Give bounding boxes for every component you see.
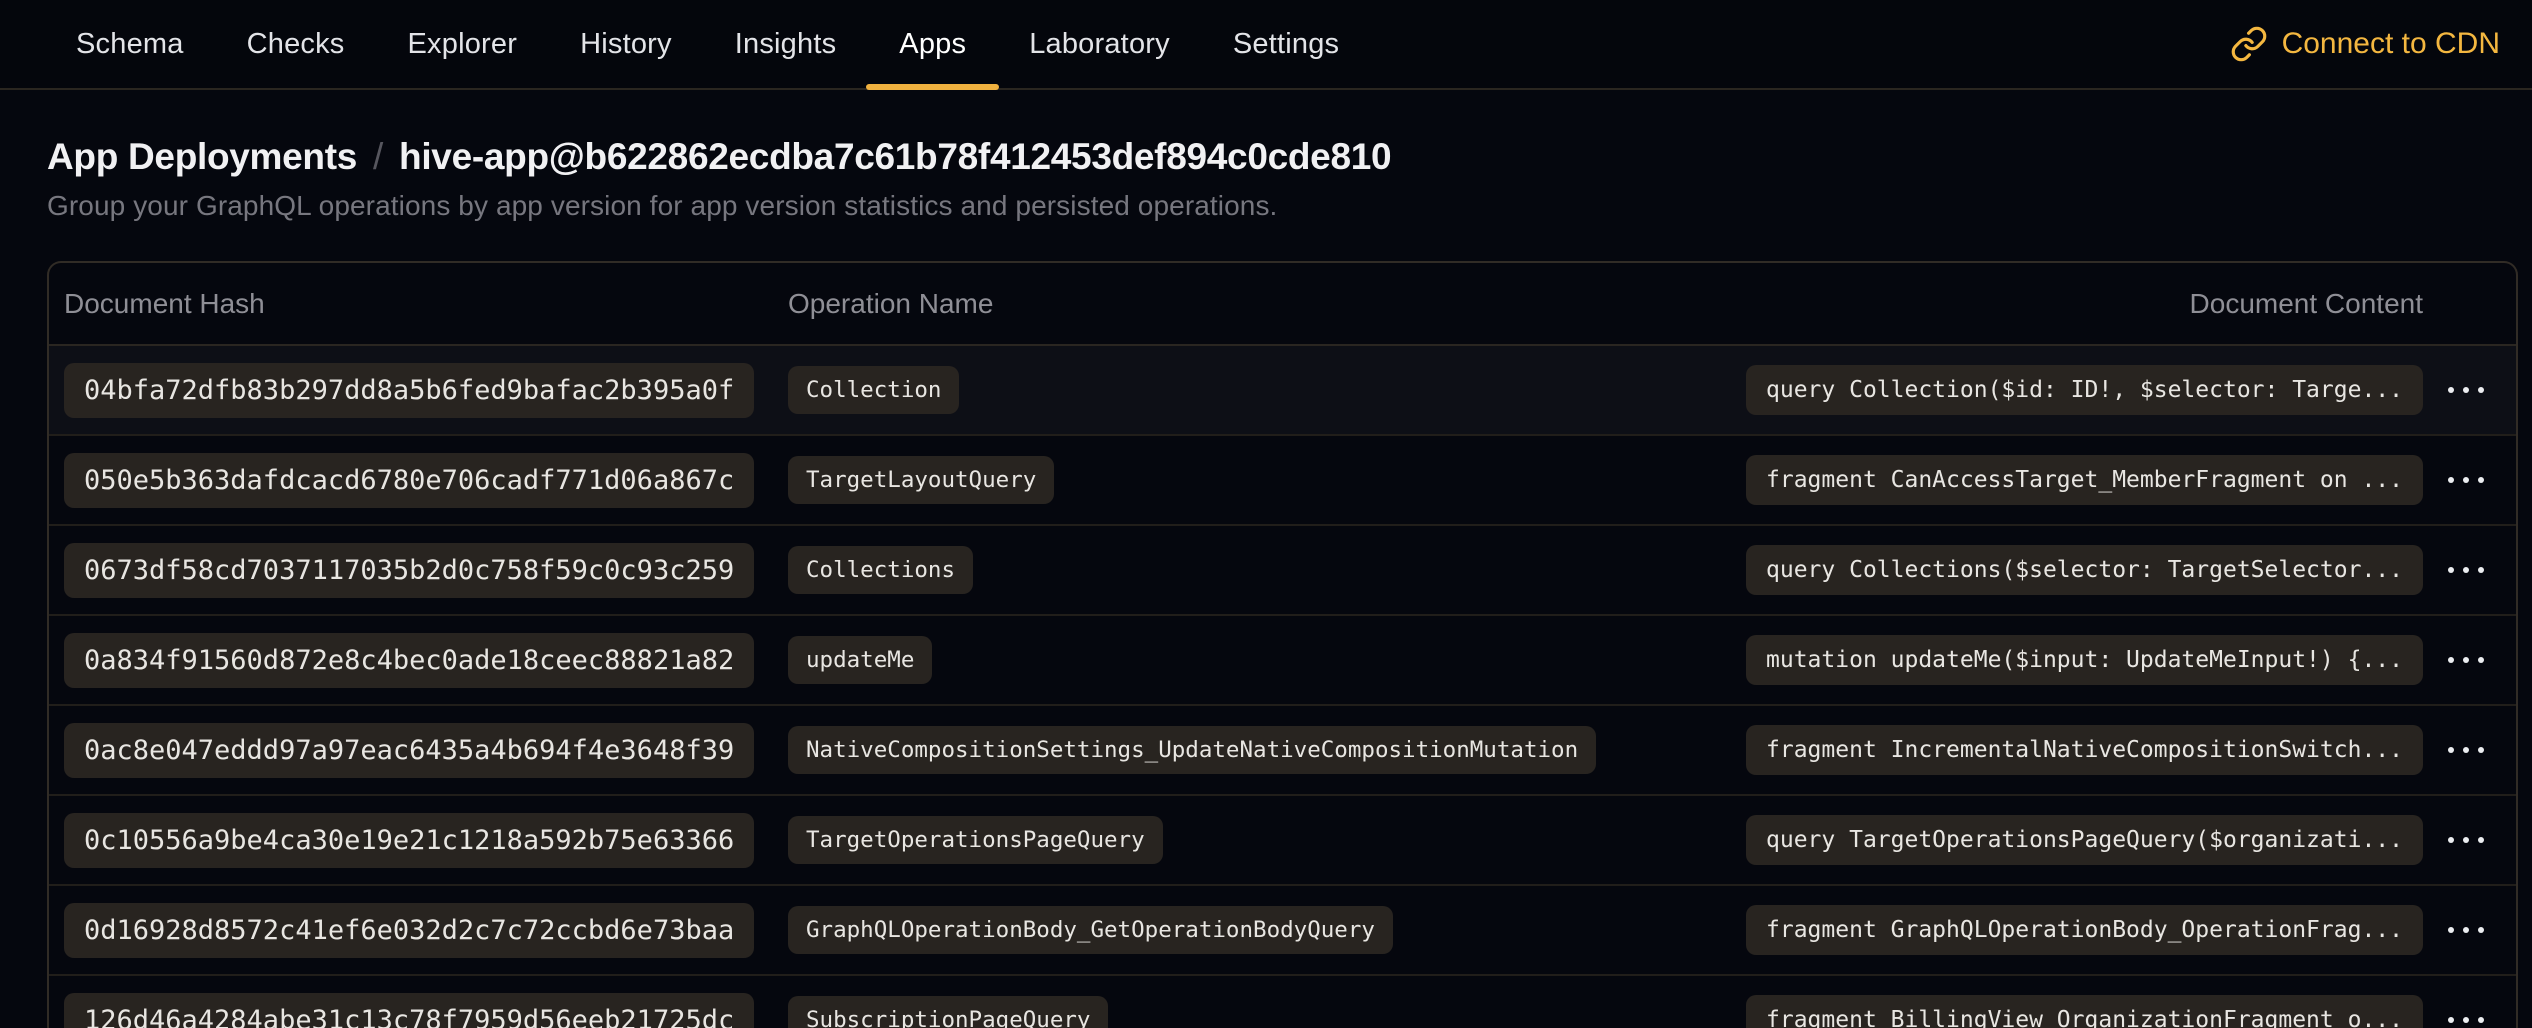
- document-hash-chip[interactable]: 126d46a4284abe31c13c78f7959d56eeb21725dc: [64, 993, 754, 1028]
- table-row: 04bfa72dfb83b297dd8a5b6fed9bafac2b395a0f…: [49, 346, 2516, 436]
- row-actions-menu-button[interactable]: [2438, 373, 2494, 407]
- ellipsis-icon: [2448, 477, 2454, 483]
- row-actions-menu-button[interactable]: [2438, 913, 2494, 947]
- document-hash-chip[interactable]: 0c10556a9be4ca30e19e21c1218a592b75e63366: [64, 813, 754, 868]
- nav-tabs: Schema Checks Explorer History Insights …: [76, 0, 1339, 88]
- table-row: 0ac8e047eddd97a97eac6435a4b694f4e3648f39…: [49, 706, 2516, 796]
- ellipsis-icon: [2448, 837, 2454, 843]
- table-body: 04bfa72dfb83b297dd8a5b6fed9bafac2b395a0f…: [49, 346, 2516, 1028]
- column-header-operation-name: Operation Name: [788, 288, 1739, 320]
- tab-apps[interactable]: Apps: [899, 0, 966, 88]
- table-row: 0673df58cd7037117035b2d0c758f59c0c93c259…: [49, 526, 2516, 616]
- row-actions-menu-button[interactable]: [2438, 553, 2494, 587]
- table-row: 0d16928d8572c41ef6e032d2c7c72ccbd6e73baa…: [49, 886, 2516, 976]
- connect-to-cdn-label: Connect to CDN: [2282, 27, 2500, 61]
- operation-name-chip: NativeCompositionSettings_UpdateNativeCo…: [788, 726, 1596, 774]
- document-hash-chip[interactable]: 0673df58cd7037117035b2d0c758f59c0c93c259: [64, 543, 754, 598]
- table-row: 0a834f91560d872e8c4bec0ade18ceec88821a82…: [49, 616, 2516, 706]
- ellipsis-icon: [2448, 927, 2454, 933]
- document-hash-chip[interactable]: 0ac8e047eddd97a97eac6435a4b694f4e3648f39: [64, 723, 754, 778]
- operation-name-chip: TargetOperationsPageQuery: [788, 816, 1163, 864]
- table-row: 050e5b363dafdcacd6780e706cadf771d06a867c…: [49, 436, 2516, 526]
- ellipsis-icon: [2448, 747, 2454, 753]
- document-hash-chip[interactable]: 050e5b363dafdcacd6780e706cadf771d06a867c: [64, 453, 754, 508]
- tab-checks[interactable]: Checks: [247, 0, 345, 88]
- operation-name-chip: GraphQLOperationBody_GetOperationBodyQue…: [788, 906, 1393, 954]
- breadcrumb: App Deployments / hive-app@b622862ecdba7…: [47, 136, 2518, 178]
- documents-table: Document Hash Operation Name Document Co…: [47, 261, 2518, 1028]
- tab-laboratory[interactable]: Laboratory: [1029, 0, 1170, 88]
- breadcrumb-separator: /: [373, 136, 383, 178]
- row-actions-menu-button[interactable]: [2438, 643, 2494, 677]
- ellipsis-icon: [2448, 657, 2454, 663]
- column-header-document-hash: Document Hash: [64, 288, 788, 320]
- breadcrumb-app-deployments[interactable]: App Deployments: [47, 136, 357, 178]
- document-hash-chip[interactable]: 0d16928d8572c41ef6e032d2c7c72ccbd6e73baa: [64, 903, 754, 958]
- document-content-chip[interactable]: query Collection($id: ID!, $selector: Ta…: [1746, 365, 2423, 415]
- table-row: 126d46a4284abe31c13c78f7959d56eeb21725dc…: [49, 976, 2516, 1028]
- document-content-chip[interactable]: query Collections($selector: TargetSelec…: [1746, 545, 2423, 595]
- column-header-document-content: Document Content: [1739, 288, 2423, 320]
- ellipsis-icon: [2448, 1017, 2454, 1023]
- row-actions-menu-button[interactable]: [2438, 1003, 2494, 1028]
- tab-schema[interactable]: Schema: [76, 0, 184, 88]
- page-subtitle: Group your GraphQL operations by app ver…: [47, 190, 2518, 222]
- app-deployments-page: App Deployments / hive-app@b622862ecdba7…: [0, 136, 2532, 1028]
- operation-name-chip: Collection: [788, 366, 959, 414]
- operation-name-chip: Collections: [788, 546, 973, 594]
- row-actions-menu-button[interactable]: [2438, 823, 2494, 857]
- document-hash-chip[interactable]: 0a834f91560d872e8c4bec0ade18ceec88821a82: [64, 633, 754, 688]
- tab-settings[interactable]: Settings: [1233, 0, 1339, 88]
- operation-name-chip: SubscriptionPageQuery: [788, 996, 1108, 1028]
- document-content-chip[interactable]: fragment CanAccessTarget_MemberFragment …: [1746, 455, 2423, 505]
- row-actions-menu-button[interactable]: [2438, 733, 2494, 767]
- document-hash-chip[interactable]: 04bfa72dfb83b297dd8a5b6fed9bafac2b395a0f: [64, 363, 754, 418]
- operation-name-chip: TargetLayoutQuery: [788, 456, 1054, 504]
- table-row: 0c10556a9be4ca30e19e21c1218a592b75e63366…: [49, 796, 2516, 886]
- operation-name-chip: updateMe: [788, 636, 932, 684]
- table-header-row: Document Hash Operation Name Document Co…: [49, 263, 2516, 346]
- document-content-chip[interactable]: fragment IncrementalNativeCompositionSwi…: [1746, 725, 2423, 775]
- tab-insights[interactable]: Insights: [735, 0, 837, 88]
- document-content-chip[interactable]: fragment GraphQLOperationBody_OperationF…: [1746, 905, 2423, 955]
- link-icon: [2230, 25, 2268, 63]
- document-content-chip[interactable]: query TargetOperationsPageQuery($organiz…: [1746, 815, 2423, 865]
- ellipsis-icon: [2448, 387, 2454, 393]
- tab-explorer[interactable]: Explorer: [408, 0, 518, 88]
- document-content-chip[interactable]: mutation updateMe($input: UpdateMeInput!…: [1746, 635, 2423, 685]
- ellipsis-icon: [2448, 567, 2454, 573]
- breadcrumb-deployment-name: hive-app@b622862ecdba7c61b78f412453def89…: [399, 136, 1391, 178]
- top-nav: Schema Checks Explorer History Insights …: [0, 0, 2532, 90]
- document-content-chip[interactable]: fragment BillingView_OrganizationFragmen…: [1746, 995, 2423, 1028]
- tab-history[interactable]: History: [580, 0, 672, 88]
- row-actions-menu-button[interactable]: [2438, 463, 2494, 497]
- connect-to-cdn-link[interactable]: Connect to CDN: [2230, 0, 2500, 88]
